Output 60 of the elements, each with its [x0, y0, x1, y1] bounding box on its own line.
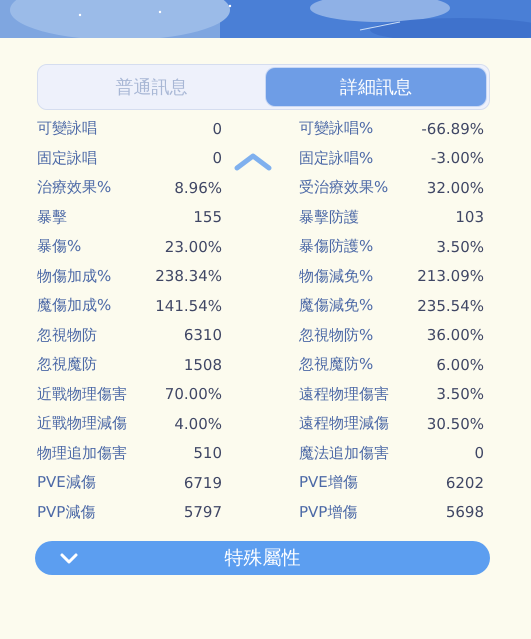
- stat-value: 6719: [182, 474, 222, 492]
- stat-label: PVE減傷: [37, 473, 97, 492]
- stat-value: 5698: [444, 503, 484, 522]
- stat-label: 可變詠唱: [37, 119, 98, 138]
- stat-value: 3.50%: [435, 238, 484, 256]
- stat-label: PVE增傷: [299, 473, 359, 492]
- stat-label: 暴傷防護%: [299, 237, 374, 256]
- stat-value: 3.50%: [435, 385, 484, 404]
- stat-label: 近戰物理傷害: [37, 384, 128, 404]
- stat-label: PVP減傷: [37, 502, 96, 522]
- stat-label: 忽視魔防%: [299, 355, 374, 374]
- stat-value: 6202: [444, 474, 484, 492]
- stat-value: 36.00%: [426, 326, 484, 344]
- tab[interactable]: 普通訊息: [41, 68, 262, 106]
- stat-label: 暴擊: [37, 208, 68, 227]
- stat-value: 0: [211, 149, 222, 168]
- stat-value: 5797: [182, 503, 222, 522]
- stat-label: 暴傷%: [37, 237, 82, 256]
- stat-value: 8.96%: [173, 178, 222, 197]
- stat-value: 238.34%: [154, 267, 222, 286]
- stat-label: PVP增傷: [299, 502, 358, 522]
- stat-value: -3.00%: [430, 149, 484, 168]
- stat-label: 可變詠唱%: [299, 119, 374, 138]
- stat-value: 155: [192, 208, 222, 226]
- stat-value: 4.00%: [173, 414, 222, 433]
- stat-value: 70.00%: [164, 385, 222, 404]
- stat-label: 固定詠唱%: [299, 148, 374, 168]
- stat-label: 魔法追加傷害: [299, 444, 390, 463]
- stat-label: 忽視魔防: [37, 355, 98, 374]
- stat-value: 141.54%: [154, 296, 222, 315]
- stat-label: 暴擊防護: [299, 208, 360, 227]
- stat-label: 物傷加成%: [37, 266, 112, 286]
- stat-label: 遠程物理減傷: [299, 414, 390, 434]
- stat-label: 魔傷減免%: [299, 296, 374, 316]
- chevron-down-icon: [59, 551, 79, 565]
- stat-value: -66.89%: [420, 120, 484, 138]
- stat-value: 1508: [182, 356, 222, 374]
- stat-value: 30.50%: [426, 414, 484, 433]
- stat-value: 23.00%: [164, 238, 222, 256]
- stat-value: 103: [454, 208, 484, 226]
- section-header[interactable]: 特殊屬性: [35, 541, 490, 575]
- stat-value: 0: [211, 120, 222, 138]
- stat-label: 遠程物理傷害: [299, 384, 390, 404]
- stat-value: 213.09%: [416, 267, 484, 286]
- stat-label: 忽視物防%: [299, 326, 374, 345]
- stat-label: 物理追加傷害: [37, 444, 128, 463]
- stat-value: 510: [192, 444, 222, 462]
- stat-label: 固定詠唱: [37, 148, 98, 168]
- stat-value: 0: [473, 444, 484, 462]
- stat-label: 受治療效果%: [299, 178, 390, 198]
- tab[interactable]: 詳細訊息: [266, 68, 486, 106]
- stat-value: 32.00%: [426, 178, 484, 197]
- stat-label: 治療效果%: [37, 178, 112, 198]
- stat-value: 6310: [182, 326, 222, 344]
- stat-label: 物傷減免%: [299, 266, 374, 286]
- stat-value: 6.00%: [435, 356, 484, 374]
- stat-label: 魔傷加成%: [37, 296, 112, 316]
- stat-label: 忽視物防: [37, 326, 98, 345]
- stat-value: 235.54%: [416, 296, 484, 315]
- stat-label: 近戰物理減傷: [37, 414, 128, 434]
